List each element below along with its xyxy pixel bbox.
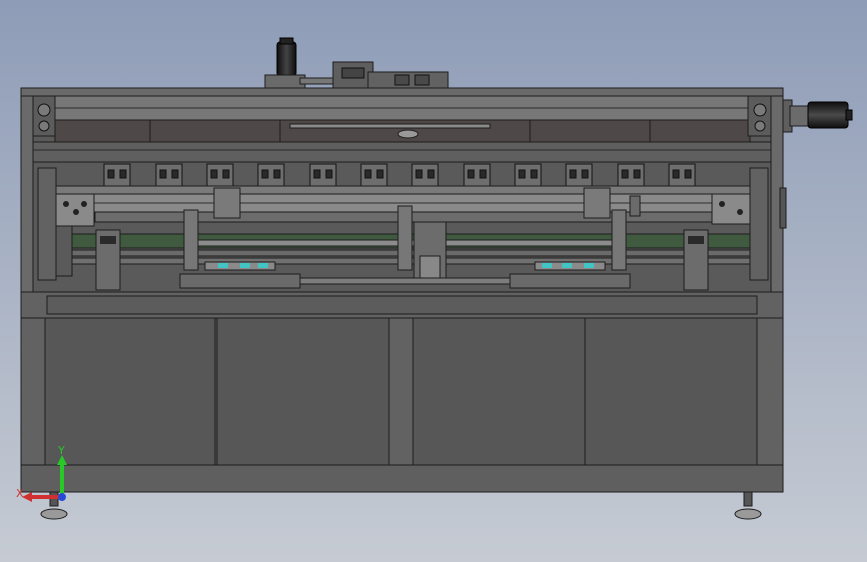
triad-x-label: X — [16, 487, 24, 500]
servo-motor-icon — [276, 41, 297, 77]
cad-canvas[interactable]: Y X — [0, 0, 867, 562]
lower-cabinet[interactable] — [20, 291, 784, 493]
cabinet-panel-3[interactable] — [412, 317, 586, 466]
cabinet-panel-1[interactable] — [44, 317, 216, 466]
cad-viewport[interactable]: Y X — [0, 0, 867, 562]
servo-motor-icon — [807, 101, 849, 129]
cabinet-panel-4[interactable] — [584, 317, 758, 466]
center-column[interactable] — [413, 221, 447, 283]
cabinet-panel-2[interactable] — [216, 317, 390, 466]
triad-y-label: Y — [57, 444, 65, 457]
